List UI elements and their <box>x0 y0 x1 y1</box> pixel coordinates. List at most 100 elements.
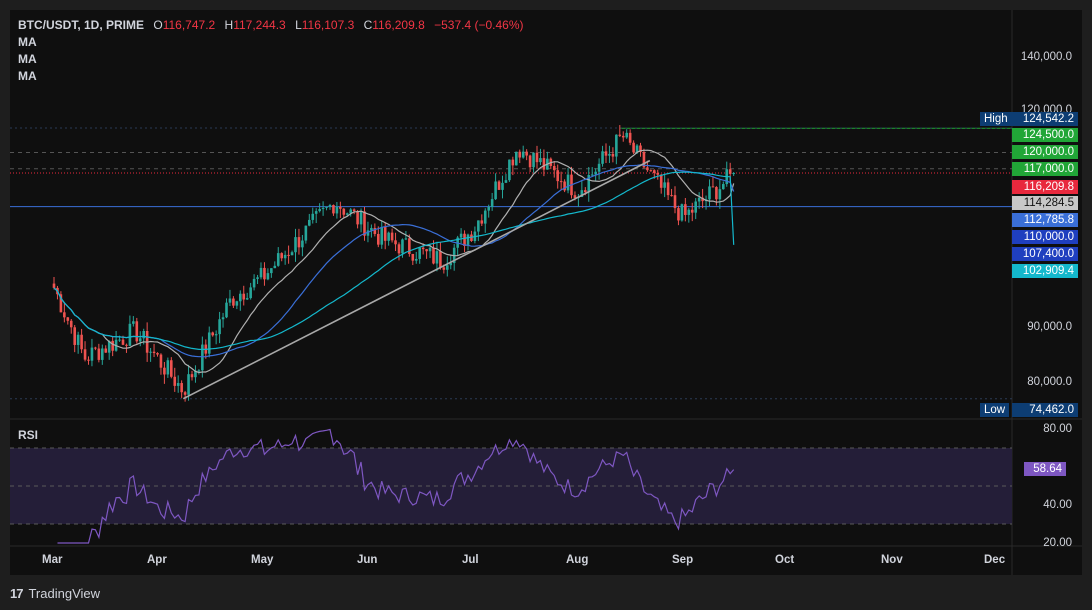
rsi-tick-80: 80.00 <box>1043 423 1072 435</box>
high-value: 117,244.3 <box>233 18 286 32</box>
candle-body <box>342 208 346 215</box>
candle-body <box>697 197 701 202</box>
candle-body <box>235 301 239 306</box>
candle-body <box>632 142 635 153</box>
price-tick-140000: 140,000.0 <box>1020 51 1072 63</box>
high-key: H <box>224 18 234 32</box>
close-key: C <box>363 18 373 32</box>
candle-body <box>183 392 187 395</box>
price-chart-svg[interactable] <box>0 0 1092 610</box>
candle-body <box>190 374 194 378</box>
candle-body <box>594 171 597 175</box>
candle-body <box>245 298 249 300</box>
candle-body <box>125 344 128 346</box>
tradingview-logo-icon[interactable]: 17 <box>10 586 24 601</box>
candle-body <box>466 234 470 246</box>
price-tag-5: 114,284.5 <box>1012 196 1078 210</box>
candle-body <box>584 190 587 193</box>
candle-body <box>722 184 725 190</box>
candle-body <box>435 251 439 264</box>
candle-body <box>83 349 87 360</box>
candle-body <box>259 267 263 278</box>
indicator-ma-2[interactable]: MA <box>18 52 37 66</box>
candle-body <box>76 334 80 345</box>
candle-body <box>356 210 359 225</box>
candle-body <box>501 182 504 190</box>
candle-body <box>497 181 501 190</box>
open-value: 116,747.2 <box>162 18 216 32</box>
candle-body <box>311 213 315 220</box>
month-label-oct: Oct <box>775 554 795 566</box>
tradingview-brand[interactable]: TradingView <box>28 586 100 601</box>
candle-body <box>611 153 615 157</box>
candle-body <box>283 254 287 259</box>
candle-body <box>532 152 535 168</box>
symbol-label[interactable]: BTC/USDT, 1D, PRIME <box>18 18 144 32</box>
candle-body <box>263 267 266 280</box>
candle-body <box>225 302 228 318</box>
candle-body <box>73 327 76 345</box>
candle-body <box>304 225 308 241</box>
candle-body <box>428 247 432 252</box>
candle-body <box>566 174 570 191</box>
candle-body <box>552 165 556 171</box>
candle-body <box>715 187 718 200</box>
price-tag-10: 74,462.0 <box>1012 403 1078 417</box>
candle-body <box>446 265 449 270</box>
month-label-jun: Jun <box>357 554 378 566</box>
candle-body <box>414 258 418 261</box>
candle-body <box>601 151 604 164</box>
candle-body <box>239 293 242 302</box>
candle-body <box>69 320 73 328</box>
candle-body <box>359 211 363 225</box>
candle-body <box>142 330 145 339</box>
candle-body <box>128 323 132 346</box>
candle-body <box>218 319 221 335</box>
candle-body <box>273 265 277 269</box>
candle-body <box>276 253 280 266</box>
month-label-sep: Sep <box>672 554 694 566</box>
candle-body <box>197 370 201 372</box>
candle-body <box>525 151 528 156</box>
candle-body <box>404 238 408 240</box>
rsi-label[interactable]: RSI <box>18 428 38 442</box>
open-key: O <box>153 18 163 32</box>
candle-body <box>135 321 139 342</box>
candle-body <box>539 158 542 163</box>
candle-body <box>159 354 163 368</box>
candle-body <box>308 219 311 226</box>
candle-body <box>121 339 125 345</box>
candle-body <box>328 205 332 207</box>
candle-body <box>687 209 691 215</box>
indicator-ma-1[interactable]: MA <box>18 35 37 49</box>
candle-body <box>528 155 532 168</box>
candle-body <box>97 348 101 360</box>
candle-body <box>718 189 722 200</box>
candle-body <box>90 347 94 361</box>
month-label-jul: Jul <box>462 554 479 566</box>
candle-body <box>604 151 608 156</box>
candle-body <box>711 186 715 188</box>
candle-body <box>649 170 653 172</box>
candle-body <box>487 207 490 211</box>
candle-body <box>556 170 559 182</box>
candle-body <box>521 151 525 158</box>
candle-body <box>621 135 625 138</box>
candle-body <box>63 312 66 318</box>
rsi-tick-40: 40.00 <box>1043 499 1072 511</box>
candle-body <box>228 298 232 303</box>
candle-body <box>659 174 663 188</box>
candle-body <box>625 132 628 138</box>
candle-body <box>490 199 494 208</box>
indicator-ma-3[interactable]: MA <box>18 69 37 83</box>
candle-body <box>432 247 435 264</box>
moving-average-line-2 <box>53 164 735 358</box>
candle-body <box>111 340 114 351</box>
month-label-nov: Nov <box>881 554 903 566</box>
candle-body <box>173 376 177 386</box>
chart-window: BTC/USDT, 1D, PRIME O116,747.2 H117,244.… <box>0 0 1092 610</box>
candle-body <box>680 204 684 221</box>
candle-body <box>421 247 425 250</box>
candle-body <box>187 374 190 395</box>
candle-body <box>559 181 563 183</box>
